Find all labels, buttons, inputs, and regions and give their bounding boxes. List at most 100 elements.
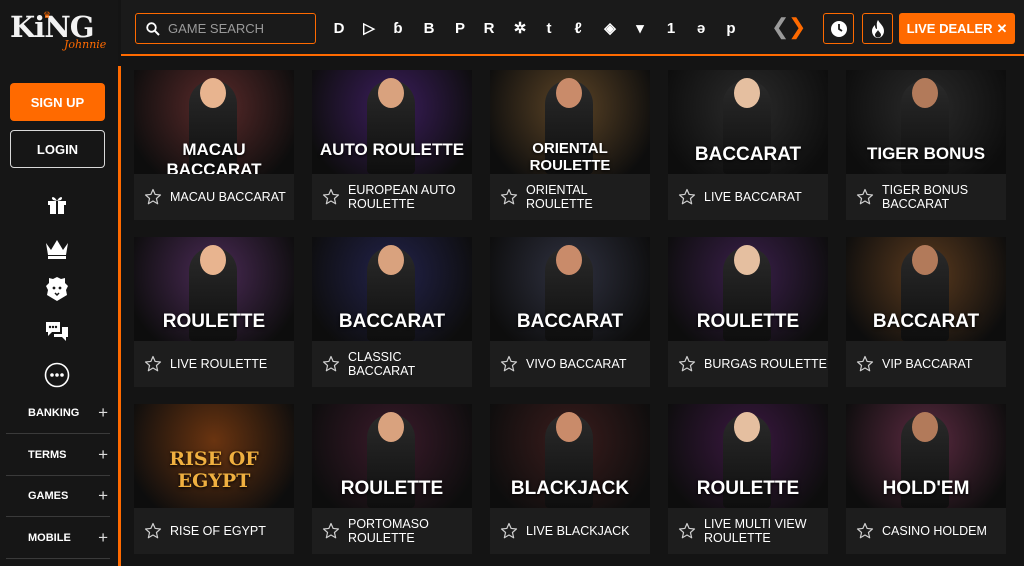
game-card-footer: VIVO BACCARAT (490, 341, 650, 387)
star-icon[interactable] (856, 522, 874, 540)
game-thumbnail[interactable]: MACAU BACCARAT (134, 70, 294, 174)
more-icon[interactable] (44, 362, 70, 388)
provider-icon[interactable]: R (479, 16, 499, 40)
star-icon[interactable] (144, 355, 162, 373)
game-thumbnail[interactable]: BACCARAT (846, 237, 1006, 341)
star-icon[interactable] (322, 355, 340, 373)
close-icon[interactable]: ✕ (997, 21, 1008, 37)
game-thumbnail[interactable]: ROULETTE (312, 404, 472, 508)
game-thumbnail[interactable]: BLACKJACK (490, 404, 650, 508)
game-card[interactable]: BACCARAT CLASSIC BACCARAT (312, 237, 472, 387)
game-card[interactable]: RISE OF EGYPT RISE OF EGYPT (134, 404, 294, 554)
game-card[interactable]: BACCARAT VIVO BACCARAT (490, 237, 650, 387)
chat-icon[interactable] (44, 319, 70, 345)
provider-icon[interactable]: ▷ (359, 16, 379, 40)
game-card[interactable]: TIGER BONUS TIGER BONUS BACCARAT (846, 70, 1006, 220)
game-title[interactable]: LIVE BACCARAT (704, 190, 802, 204)
provider-icon[interactable]: ◈ (600, 16, 620, 40)
game-title[interactable]: MACAU BACCARAT (170, 190, 286, 204)
search-input[interactable] (168, 21, 308, 36)
game-thumbnail[interactable]: BACCARAT (668, 70, 828, 174)
star-icon[interactable] (322, 188, 340, 206)
game-title[interactable]: CLASSIC BACCARAT (348, 350, 472, 378)
game-card[interactable]: ORIENTAL ROULETTE ORIENTAL ROULETTE (490, 70, 650, 220)
chevron-left-icon[interactable]: ❮ (771, 14, 789, 40)
provider-icon[interactable]: ɓ (388, 16, 408, 40)
game-thumbnail[interactable]: ROULETTE (668, 237, 828, 341)
game-title[interactable]: RISE OF EGYPT (170, 524, 266, 538)
game-title[interactable]: EUROPEAN AUTO ROULETTE (348, 183, 472, 211)
game-thumbnail[interactable]: HOLD'EM (846, 404, 1006, 508)
game-title[interactable]: ORIENTAL ROULETTE (526, 183, 650, 211)
star-icon[interactable] (678, 188, 696, 206)
provider-icon[interactable]: p (721, 16, 741, 40)
game-card[interactable]: BACCARAT VIP BACCARAT (846, 237, 1006, 387)
provider-icon[interactable]: ✲ (510, 16, 530, 40)
game-title[interactable]: LIVE MULTI VIEW ROULETTE (704, 517, 828, 545)
hot-games-button[interactable] (862, 13, 893, 44)
game-thumbnail[interactable]: ORIENTAL ROULETTE (490, 70, 650, 174)
provider-icon[interactable]: ▾ (630, 16, 650, 40)
game-title[interactable]: BURGAS ROULETTE (704, 357, 827, 371)
provider-icon[interactable]: D (329, 16, 349, 40)
game-card[interactable]: ROULETTE LIVE ROULETTE (134, 237, 294, 387)
star-icon[interactable] (322, 522, 340, 540)
game-card[interactable]: ROULETTE LIVE MULTI VIEW ROULETTE (668, 404, 828, 554)
star-icon[interactable] (678, 355, 696, 373)
crown-icon[interactable] (44, 235, 70, 261)
star-icon[interactable] (500, 188, 518, 206)
game-title[interactable]: LIVE ROULETTE (170, 357, 267, 371)
live-dealer-filter[interactable]: LIVE DEALER ✕ (899, 13, 1015, 44)
recent-games-button[interactable] (823, 13, 854, 44)
game-title[interactable]: VIP BACCARAT (882, 357, 973, 371)
game-card[interactable]: ROULETTE BURGAS ROULETTE (668, 237, 828, 387)
game-card[interactable]: BLACKJACK LIVE BLACKJACK (490, 404, 650, 554)
game-thumbnail[interactable]: RISE OF EGYPT (134, 404, 294, 508)
game-card[interactable]: AUTO ROULETTE EUROPEAN AUTO ROULETTE (312, 70, 472, 220)
game-card-footer: VIP BACCARAT (846, 341, 1006, 387)
game-title[interactable]: TIGER BONUS BACCARAT (882, 183, 1006, 211)
provider-icon[interactable]: 1 (661, 16, 681, 40)
signup-button[interactable]: SIGN UP (10, 83, 105, 121)
game-card-footer: EUROPEAN AUTO ROULETTE (312, 174, 472, 220)
game-thumbnail[interactable]: ROULETTE (134, 237, 294, 341)
game-card[interactable]: HOLD'EM CASINO HOLDEM (846, 404, 1006, 554)
star-icon[interactable] (856, 188, 874, 206)
provider-icon[interactable]: B (419, 16, 439, 40)
game-thumbnail[interactable]: ROULETTE (668, 404, 828, 508)
chevron-right-icon[interactable]: ❯ (788, 14, 806, 40)
star-icon[interactable] (678, 522, 696, 540)
game-thumbnail[interactable]: AUTO ROULETTE (312, 70, 472, 174)
game-card[interactable]: BACCARAT LIVE BACCARAT (668, 70, 828, 220)
gift-icon[interactable] (44, 191, 70, 217)
game-card[interactable]: ROULETTE PORTOMASO ROULETTE (312, 404, 472, 554)
game-card-footer: ORIENTAL ROULETTE (490, 174, 650, 220)
game-search[interactable] (135, 13, 316, 44)
brand-logo[interactable]: KiNG ♛ Johnnie (10, 10, 110, 51)
star-icon[interactable] (144, 522, 162, 540)
game-thumbnail[interactable]: BACCARAT (490, 237, 650, 341)
menu-mobile[interactable]: MOBILE + (6, 518, 110, 559)
menu-games[interactable]: GAMES + (6, 476, 110, 517)
menu-terms[interactable]: TERMS + (6, 435, 110, 476)
game-card[interactable]: MACAU BACCARAT MACAU BACCARAT (134, 70, 294, 220)
game-card-footer: TIGER BONUS BACCARAT (846, 174, 1006, 220)
star-icon[interactable] (500, 522, 518, 540)
game-title[interactable]: CASINO HOLDEM (882, 524, 987, 538)
provider-icon[interactable]: t (539, 16, 559, 40)
menu-banking[interactable]: BANKING + (6, 393, 110, 434)
star-icon[interactable] (144, 188, 162, 206)
game-title[interactable]: LIVE BLACKJACK (526, 524, 630, 538)
game-title[interactable]: VIVO BACCARAT (526, 357, 626, 371)
provider-icon[interactable]: ǝ (691, 16, 711, 40)
lion-icon[interactable] (44, 276, 70, 302)
game-thumbnail[interactable]: BACCARAT (312, 237, 472, 341)
game-thumbnail[interactable]: TIGER BONUS (846, 70, 1006, 174)
game-logo-text: HOLD'EM (882, 478, 970, 499)
star-icon[interactable] (856, 355, 874, 373)
login-button[interactable]: LOGIN (10, 130, 105, 168)
provider-icon[interactable]: ℓ (568, 16, 588, 40)
star-icon[interactable] (500, 355, 518, 373)
game-title[interactable]: PORTOMASO ROULETTE (348, 517, 472, 545)
provider-icon[interactable]: P (450, 16, 470, 40)
